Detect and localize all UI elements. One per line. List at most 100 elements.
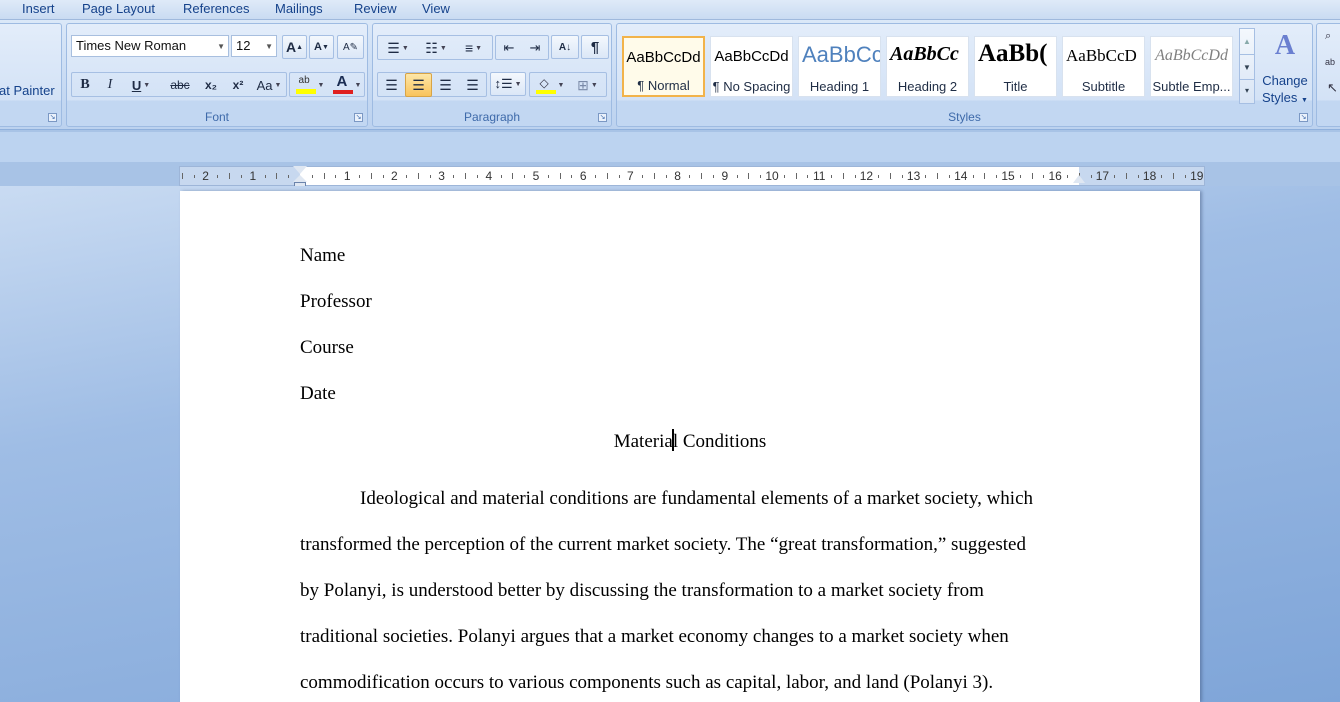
bullets-button[interactable]: ☰ ▼ xyxy=(379,36,417,60)
style-heading-1[interactable]: AaBbCc Heading 1 xyxy=(798,36,881,97)
font-color-button[interactable]: A ▼ xyxy=(329,73,365,97)
style-no-spacing[interactable]: AaBbCcDd ¶ No Spacing xyxy=(710,36,793,97)
style-name: Subtle Emp... xyxy=(1152,79,1231,94)
hanging-indent-marker-icon[interactable] xyxy=(293,175,307,182)
font-size-combo[interactable]: 12 ▼ xyxy=(231,35,277,57)
scroll-down-icon[interactable]: ▼ xyxy=(1240,54,1254,79)
body-line-2: transformed the perception of the curren… xyxy=(300,534,1026,555)
first-line-indent-marker-icon[interactable] xyxy=(293,166,307,174)
numbered-list-icon: ☷ xyxy=(425,39,438,56)
tab-references[interactable]: References xyxy=(183,1,249,16)
ruler-tick xyxy=(276,173,278,179)
styles-more-icon[interactable]: ▾ xyxy=(1240,79,1254,103)
chevron-down-icon: ▼ xyxy=(475,44,483,52)
clear-formatting-button[interactable]: A✎ xyxy=(337,35,364,59)
paragraph-group: ☰ ▼ ☷ ▼ ≡ ▼ ⇤ ⇥ A↓ ¶ ☰ ☰ ☰ ☰ ↕☰ ▼ ◇ ▼ ⊞ ▼ Par… xyxy=(372,23,612,127)
ruler-tick xyxy=(937,173,939,179)
align-center-button[interactable]: ☰ xyxy=(405,73,432,97)
strikethrough-button[interactable]: abc xyxy=(164,73,196,97)
tab-view[interactable]: View xyxy=(422,1,450,16)
style-subtitle[interactable]: AaBbCcD Subtitle xyxy=(1062,36,1145,97)
replace-icon[interactable]: ab xyxy=(1325,57,1335,67)
bullet-list-icon: ☰ xyxy=(387,39,400,56)
clear-formatting-icon: A✎ xyxy=(342,41,359,53)
ruler-tick xyxy=(359,175,360,178)
show-formatting-button[interactable]: ¶ xyxy=(581,35,609,59)
scroll-up-icon[interactable]: ▲ xyxy=(1240,29,1254,54)
sort-button[interactable]: A↓ xyxy=(551,35,579,59)
font-dialog-launcher-icon[interactable]: ↘ xyxy=(354,113,363,122)
align-left-button[interactable]: ☰ xyxy=(378,73,405,97)
title-part-1: Materia xyxy=(613,431,673,452)
line-spacing-button[interactable]: ↕☰ ▼ xyxy=(490,72,526,96)
font-size-value: 12 xyxy=(236,38,251,53)
find-icon[interactable]: ⌕ xyxy=(1325,30,1331,43)
format-painter-button[interactable]: at Painter xyxy=(0,83,55,98)
shrink-font-icon: A xyxy=(314,41,322,53)
ruler-tick xyxy=(654,173,655,179)
style-heading-2[interactable]: AaBbCc Heading 2 xyxy=(886,36,969,97)
style-sample: AaBb( xyxy=(978,40,1048,67)
ruler-tick xyxy=(736,175,738,178)
tab-review[interactable]: Review xyxy=(354,1,397,16)
ruler-number: 18 xyxy=(1142,169,1157,183)
underline-button[interactable]: U ▼ xyxy=(124,73,158,97)
horizontal-ruler[interactable]: 2 1 1 2 3 4 5 6 7 8 9 10 11 12 13 14 15 16 17 18 19 xyxy=(179,166,1205,187)
ruler-number: 8 xyxy=(674,169,681,183)
ruler-number: 14 xyxy=(954,169,968,183)
style-title[interactable]: AaBb( Title xyxy=(974,36,1057,97)
ruler-tick xyxy=(1114,175,1116,178)
title-part-2: l Conditions xyxy=(672,431,767,452)
change-case-button[interactable]: Aa ▼ xyxy=(252,73,286,97)
ruler-tick xyxy=(1090,175,1092,178)
document-page[interactable]: Name Professor Course Date Material Cond… xyxy=(180,191,1200,702)
numbering-button[interactable]: ☷ ▼ xyxy=(417,36,455,60)
subscript-button[interactable]: x₂ xyxy=(198,73,224,97)
styles-group: AaBbCcDd ¶ Normal AaBbCcDd ¶ No Spacing … xyxy=(616,23,1313,127)
italic-button[interactable]: I xyxy=(98,73,122,97)
paragraph-dialog-launcher-icon[interactable]: ↘ xyxy=(598,113,607,122)
ruler-tick xyxy=(1137,175,1139,178)
tab-mailings[interactable]: Mailings xyxy=(275,1,323,16)
justify-icon: ☰ xyxy=(466,76,479,93)
ruler-tick xyxy=(972,175,974,178)
style-name: Heading 1 xyxy=(809,79,870,94)
borders-button[interactable]: ⊞ ▼ xyxy=(569,73,606,97)
clipboard-dialog-launcher-icon[interactable]: ↘ xyxy=(48,113,57,122)
justify-button[interactable]: ☰ xyxy=(459,73,486,97)
chevron-down-icon: ▼ xyxy=(217,42,225,51)
highlight-button[interactable]: ab ▼ xyxy=(291,73,329,97)
tab-insert[interactable]: Insert xyxy=(22,1,55,16)
ruler-tick xyxy=(418,173,419,179)
align-right-button[interactable]: ☰ xyxy=(432,73,459,97)
ruler-number: 3 xyxy=(438,169,445,183)
ruler-tick xyxy=(335,175,337,178)
shrink-font-button[interactable]: A ▼ xyxy=(309,35,334,59)
increase-indent-button[interactable]: ⇥ xyxy=(522,36,548,60)
tab-page-layout[interactable]: Page Layout xyxy=(82,1,155,16)
change-styles-button[interactable]: A Change Styles ▼ xyxy=(1259,28,1311,106)
style-sample: AaBbCc xyxy=(890,43,959,65)
multilevel-list-button[interactable]: ≡ ▼ xyxy=(455,36,492,60)
ruler-number: 19 xyxy=(1190,169,1204,183)
chevron-down-icon: ▼ xyxy=(274,81,282,89)
superscript-button[interactable]: x² xyxy=(225,73,251,97)
font-group: Times New Roman ▼ 12 ▼ A ▲ A ▼ A✎ B I U ▼ a… xyxy=(66,23,368,127)
grow-font-button[interactable]: A ▲ xyxy=(282,35,307,59)
ruler-tick xyxy=(1161,175,1163,178)
ruler-number: 10 xyxy=(765,169,779,183)
style-subtle-emphasis[interactable]: AaBbCcDd Subtle Emp... xyxy=(1150,36,1233,97)
style-sample: AaBbCcDd xyxy=(714,48,789,65)
decrease-indent-button[interactable]: ⇤ xyxy=(496,36,522,60)
style-normal[interactable]: AaBbCcDd ¶ Normal xyxy=(622,36,705,97)
shading-button[interactable]: ◇ ▼ xyxy=(531,73,569,97)
right-indent-marker-icon[interactable] xyxy=(1073,175,1085,183)
ruler-tick xyxy=(642,175,644,178)
ruler-tick xyxy=(217,175,219,178)
font-face-combo[interactable]: Times New Roman ▼ xyxy=(71,35,229,57)
select-cursor-icon[interactable]: ↖ xyxy=(1327,80,1338,96)
ruler-number: 15 xyxy=(1001,169,1015,183)
styles-dialog-launcher-icon[interactable]: ↘ xyxy=(1299,113,1308,122)
ruler-tick xyxy=(547,175,549,178)
bold-button[interactable]: B xyxy=(73,73,97,97)
